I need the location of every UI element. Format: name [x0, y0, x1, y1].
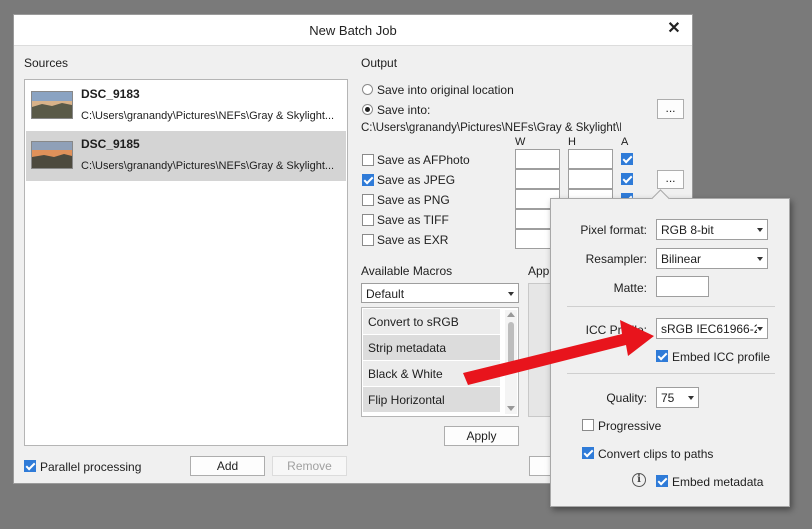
- red-arrow-icon: [463, 320, 654, 385]
- annotation-arrow: [463, 320, 654, 385]
